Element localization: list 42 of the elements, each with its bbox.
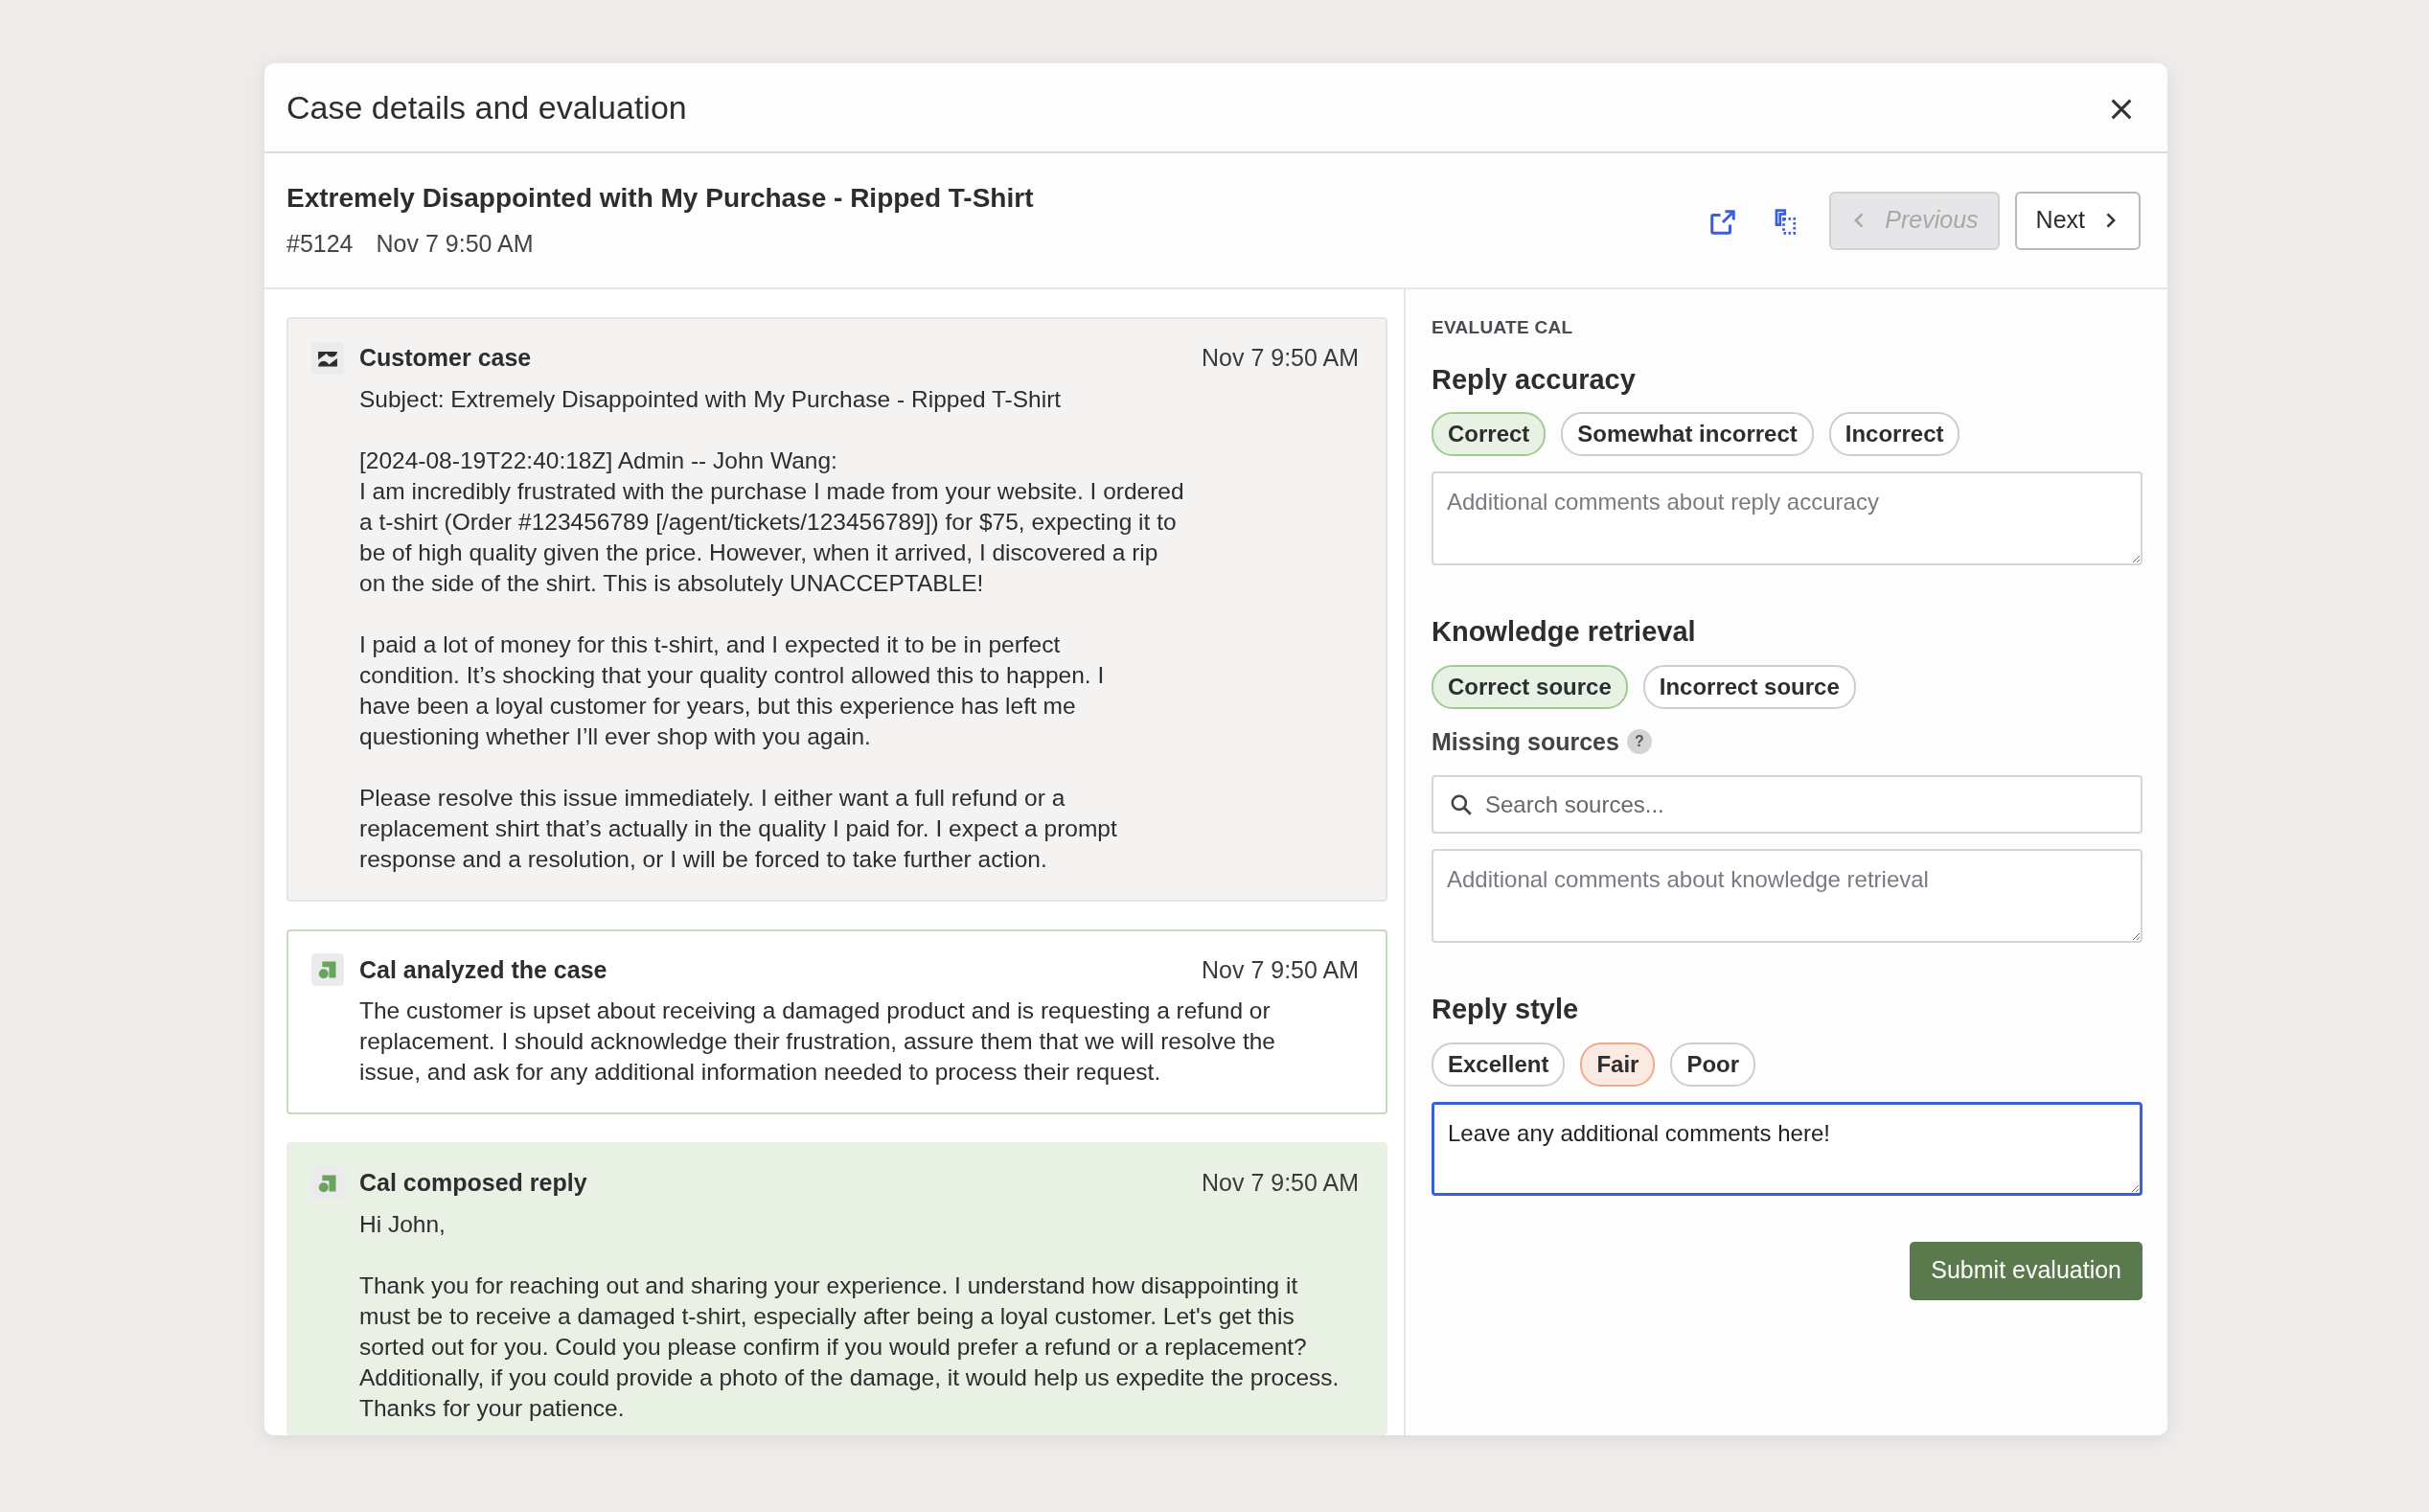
section-heading: Reply accuracy — [1432, 362, 1637, 397]
search-field[interactable]: Search sources... — [1432, 775, 2143, 834]
message-text: [2024-08-19T22:40:18Z] Admin -- John Wang: I am incredibly frustrated with the purchase I made from your website. I ordered a t-shirt (Order #123456789 [/agent/tickets/123456789]) for $75, expecting it to be of high quality given the price. However, when it arrived, I discovered a rip on the side of the shirt. This is absolutely UNACCEPTABLE! — [359, 446, 1185, 598]
option-chip[interactable]: Excellent — [1432, 1042, 1566, 1087]
option-chip[interactable]: Incorrect — [1828, 412, 1960, 456]
help-icon[interactable]: ? — [1626, 729, 1652, 755]
message-time: Nov 7 9:50 AM — [1202, 343, 1359, 373]
option-chip[interactable]: Correct — [1432, 412, 1547, 456]
message-text: Thank you for reaching out and sharing your experience. I understand how disappointing it must be to receive a damaged t-shirt, especially after being a loyal customer. Let's get this sorted out for you. Could you please confirm if you would prefer a refund or a replacement? Additionally, if you could provide a photo of the damage, it would help us expedite the process. Thanks for your patience. — [359, 1271, 1340, 1423]
section-heading: Knowledge retrieval — [1432, 615, 1697, 649]
search-icon — [1449, 792, 1474, 817]
submit-button[interactable]: Submit evaluation — [1910, 1241, 2143, 1300]
logo-icon — [311, 953, 344, 987]
next-button[interactable]: Next — [2014, 191, 2141, 250]
section-label: EVALUATE CAL — [1432, 316, 1574, 339]
message-time: Nov 7 9:50 AM — [1202, 954, 1359, 985]
comment-field[interactable]: Additional comments about reply accuracy — [1432, 471, 2143, 565]
message-title: Customer case — [359, 343, 532, 373]
option-chip[interactable]: Fair — [1580, 1042, 1656, 1087]
message-text: Hi John, — [359, 1209, 447, 1239]
case-time: Nov 7 9:50 AM — [376, 229, 534, 260]
message-text: Subject: Extremely Disappointed with My Purchase - Ripped T-Shirt — [359, 384, 1063, 414]
logo-icon — [311, 341, 344, 375]
message-time: Nov 7 9:50 AM — [1202, 1168, 1359, 1198]
message-text: Please resolve this issue immediately. I either want a full refund or a replacement shirt that’s actually in the quality I paid for. I expect a prompt response and a resolution, or I will be forced to take further action. — [359, 783, 1118, 874]
external-link-icon — [1708, 207, 1738, 237]
option-chip[interactable]: Poor — [1670, 1042, 1756, 1087]
section-heading: Reply style — [1432, 993, 1580, 1026]
case-number: #5124 — [286, 229, 354, 260]
case-title: Extremely Disappointed with My Purchase - Ripped T-Shirt — [286, 182, 1034, 216]
message-title: Cal analyzed the case — [359, 954, 607, 985]
dialog-title: Case details and evaluation — [286, 87, 687, 127]
logo-icon — [311, 1166, 344, 1200]
message-text: I paid a lot of money for this t-shirt, and I expected it to be in perfect condition. It’s shocking that your quality control allowed this to happen. I have been a loyal customer for years, but this experience has left me questioning whether I’ll ever shop with you again. — [359, 630, 1106, 751]
option-chip[interactable]: Incorrect source — [1642, 664, 1856, 709]
message-text: The customer is upset about receiving a damaged product and is requesting a refund or replacement. I should acknowledge their frustration, assure them that we will resolve the issue, and ask for any additional information needed to process their request. — [359, 997, 1276, 1087]
comment-field[interactable]: Additional comments about knowledge retrieval — [1432, 849, 2143, 943]
comment-field[interactable]: Leave any additional comments here! — [1432, 1101, 2143, 1196]
field-label: Missing sources — [1432, 726, 1619, 757]
option-chip[interactable]: Correct source — [1432, 664, 1628, 709]
message-title: Cal composed reply — [359, 1168, 587, 1198]
option-chip[interactable]: Somewhat incorrect — [1561, 412, 1814, 456]
